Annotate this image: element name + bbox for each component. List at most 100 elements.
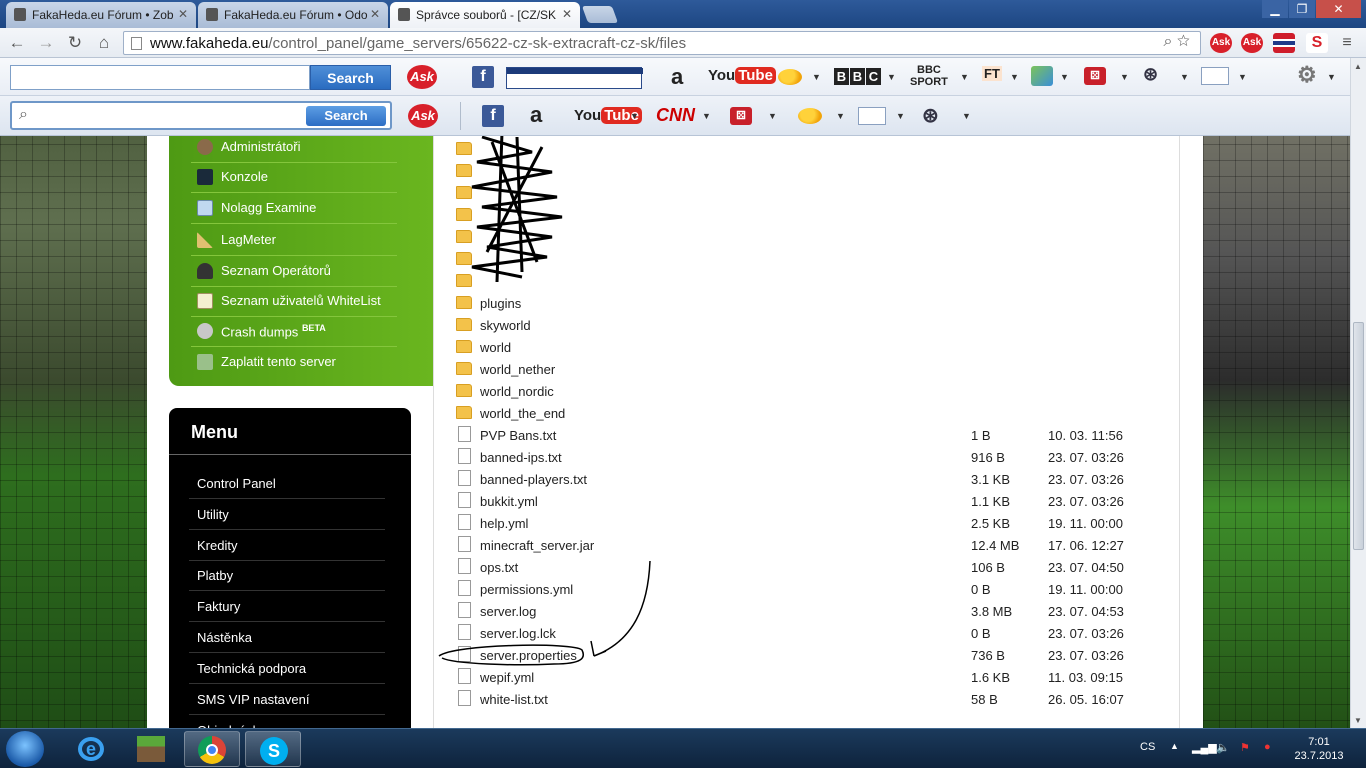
sidebar-item-nolagg[interactable]: Nolagg Examine	[191, 193, 397, 224]
chevron-down-icon[interactable]: ▼	[1120, 72, 1129, 82]
browser-tab-3[interactable]: Správce souborů - [CZ/SK ✕	[390, 2, 580, 28]
volume-icon[interactable]: 🔈	[1216, 741, 1230, 754]
reload-icon[interactable]: ↻	[64, 32, 86, 54]
mail-icon[interactable]	[858, 107, 886, 125]
menu-item-control-panel[interactable]: Control Panel	[189, 468, 385, 499]
browser-tab-2[interactable]: FakaHeda.eu Fórum • Odo ✕	[198, 2, 388, 28]
sidebar-item-whitelist[interactable]: Seznam uživatelů WhiteList	[191, 286, 397, 317]
chevron-down-icon[interactable]: ▼	[836, 111, 845, 121]
close-tab-icon[interactable]: ✕	[562, 7, 572, 21]
file-row[interactable]: white-list.txt 58 B 26. 05. 16:07	[456, 688, 1156, 710]
language-indicator[interactable]: CS	[1140, 741, 1155, 753]
s-extension-icon[interactable]: S	[1306, 33, 1328, 53]
uk-flag-icon[interactable]	[1273, 33, 1295, 53]
minecraft-icon[interactable]	[123, 731, 179, 767]
menu-item-utility[interactable]: Utility	[189, 499, 385, 530]
scroll-widget[interactable]	[506, 67, 643, 89]
scroll-down-icon[interactable]: ▼	[1354, 716, 1362, 725]
scrollbar-thumb[interactable]	[1353, 322, 1364, 550]
menu-item-faktury[interactable]: Faktury	[189, 591, 385, 622]
menu-item-nastenka[interactable]: Nástěnka	[189, 622, 385, 653]
toolbar-search-button[interactable]: Search	[310, 65, 391, 90]
chevron-down-icon[interactable]: ▼	[896, 111, 905, 121]
file-row[interactable]: banned-players.txt 3.1 KB 23. 07. 03:26	[456, 468, 1156, 490]
new-tab-button[interactable]	[581, 6, 619, 23]
facebook-icon[interactable]: f	[472, 66, 494, 88]
toolbar2-search-button[interactable]: Search	[306, 106, 386, 126]
minimize-icon[interactable]: ▁	[1262, 0, 1288, 18]
internet-explorer-icon[interactable]: e	[62, 731, 118, 767]
bbc-sport-icon[interactable]: BBC SPORT	[910, 64, 948, 88]
facebook-icon[interactable]: f	[482, 105, 504, 127]
browser-tab-1[interactable]: FakaHeda.eu Fórum • Zob ✕	[6, 2, 196, 28]
file-row[interactable]: banned-ips.txt 916 B 23. 07. 03:26	[456, 446, 1156, 468]
menu-icon[interactable]: ≡	[1336, 33, 1358, 53]
back-arrow-icon[interactable]: ←	[6, 32, 28, 54]
menu-item-kredity[interactable]: Kredity	[189, 530, 385, 561]
chevron-down-icon[interactable]: ▼	[887, 72, 896, 82]
youtube-icon[interactable]: You Tube	[708, 67, 776, 84]
home-icon[interactable]: ⌂	[93, 32, 115, 54]
chevron-down-icon[interactable]: ▼	[960, 72, 969, 82]
mail-icon[interactable]	[1201, 67, 1229, 85]
maximize-icon[interactable]: ❐	[1289, 0, 1315, 18]
chevron-down-icon[interactable]: ▼	[962, 111, 971, 121]
file-row[interactable]: minecraft_server.jar 12.4 MB 17. 06. 12:27	[456, 534, 1156, 556]
menu-item-sms-vip[interactable]: SMS VIP nastavení	[189, 684, 385, 715]
amazon-icon[interactable]: a	[530, 102, 542, 128]
file-row[interactable]: PVP Bans.txt 1 B 10. 03. 11:56	[456, 424, 1156, 446]
sidebar-item-administratori[interactable]: Administrátoři	[191, 132, 397, 163]
chrome-icon[interactable]	[184, 731, 240, 767]
toolbar-search-input[interactable]	[10, 65, 310, 90]
folder-row[interactable]: world_nordic	[456, 380, 1156, 402]
dictionary-icon[interactable]: ⊛	[922, 103, 939, 128]
bbc-icon[interactable]: BBC	[834, 68, 882, 85]
ask-icon[interactable]: Ask	[408, 104, 438, 128]
weather-icon[interactable]	[778, 69, 802, 85]
security-icon[interactable]: ⚑	[1240, 741, 1250, 754]
clock[interactable]: 7:01 23.7.2013	[1294, 735, 1344, 763]
page-scrollbar[interactable]: ▲ ▼	[1350, 58, 1366, 728]
sidebar-item-operatori[interactable]: Seznam Operátorů	[191, 256, 397, 287]
folder-row[interactable]: world_the_end	[456, 402, 1156, 424]
address-bar[interactable]: www.fakaheda.eu/control_panel/game_serve…	[123, 31, 1201, 55]
sidebar-item-konzole[interactable]: Konzole	[191, 162, 397, 193]
maps-icon[interactable]	[1031, 66, 1053, 86]
file-row[interactable]: help.yml 2.5 KB 19. 11. 00:00	[456, 512, 1156, 534]
chevron-down-icon[interactable]: ▼	[1060, 72, 1069, 82]
antivirus-icon[interactable]: ●	[1264, 741, 1271, 753]
forward-arrow-icon[interactable]: →	[35, 32, 57, 54]
ask-extension-icon[interactable]: Ask	[1210, 33, 1232, 53]
close-tab-icon[interactable]: ✕	[178, 7, 188, 21]
ask-icon[interactable]: Ask	[407, 65, 437, 89]
tray-expand-icon[interactable]: ▲	[1170, 741, 1179, 751]
close-window-icon[interactable]: ✕	[1316, 0, 1361, 18]
sidebar-item-lagmeter[interactable]: LagMeter	[191, 225, 397, 256]
folder-row[interactable]: world	[456, 336, 1156, 358]
sidebar-item-zaplatit[interactable]: Zaplatit tento server	[191, 347, 397, 378]
chevron-down-icon[interactable]: ▼	[1180, 72, 1189, 82]
ft-icon[interactable]: FT	[982, 66, 1002, 81]
folder-row[interactable]: skyworld	[456, 314, 1156, 336]
gear-icon[interactable]: ⚙	[1297, 62, 1317, 88]
dice-icon[interactable]: ⚄	[730, 107, 752, 125]
folder-row[interactable]: plugins	[456, 292, 1156, 314]
dice-icon[interactable]: ⚄	[1084, 67, 1106, 85]
scroll-up-icon[interactable]: ▲	[1354, 62, 1362, 71]
sidebar-item-crash-dumps[interactable]: Crash dumps BETA	[191, 316, 397, 347]
menu-item-technicka-podpora[interactable]: Technická podpora	[189, 653, 385, 684]
dictionary-icon[interactable]: ⊛	[1143, 64, 1158, 85]
skype-icon[interactable]: S	[245, 731, 301, 767]
close-tab-icon[interactable]: ✕	[370, 7, 380, 21]
chevron-down-icon[interactable]: ▼	[768, 111, 777, 121]
chevron-down-icon[interactable]: ▼	[1238, 72, 1247, 82]
ask-extension-icon-2[interactable]: Ask	[1241, 33, 1263, 53]
windows-start-icon[interactable]	[6, 731, 44, 767]
file-row[interactable]: bukkit.yml 1.1 KB 23. 07. 03:26	[456, 490, 1156, 512]
weather-icon[interactable]	[798, 108, 822, 124]
chevron-down-icon[interactable]: ▼	[812, 72, 821, 82]
zoom-icon[interactable]: ⌕ ☆	[1164, 33, 1190, 51]
signal-icon[interactable]: ▂▄▆	[1192, 741, 1217, 754]
chevron-down-icon[interactable]: ▼	[1010, 72, 1019, 82]
chevron-down-icon[interactable]: ▼	[1327, 72, 1336, 82]
